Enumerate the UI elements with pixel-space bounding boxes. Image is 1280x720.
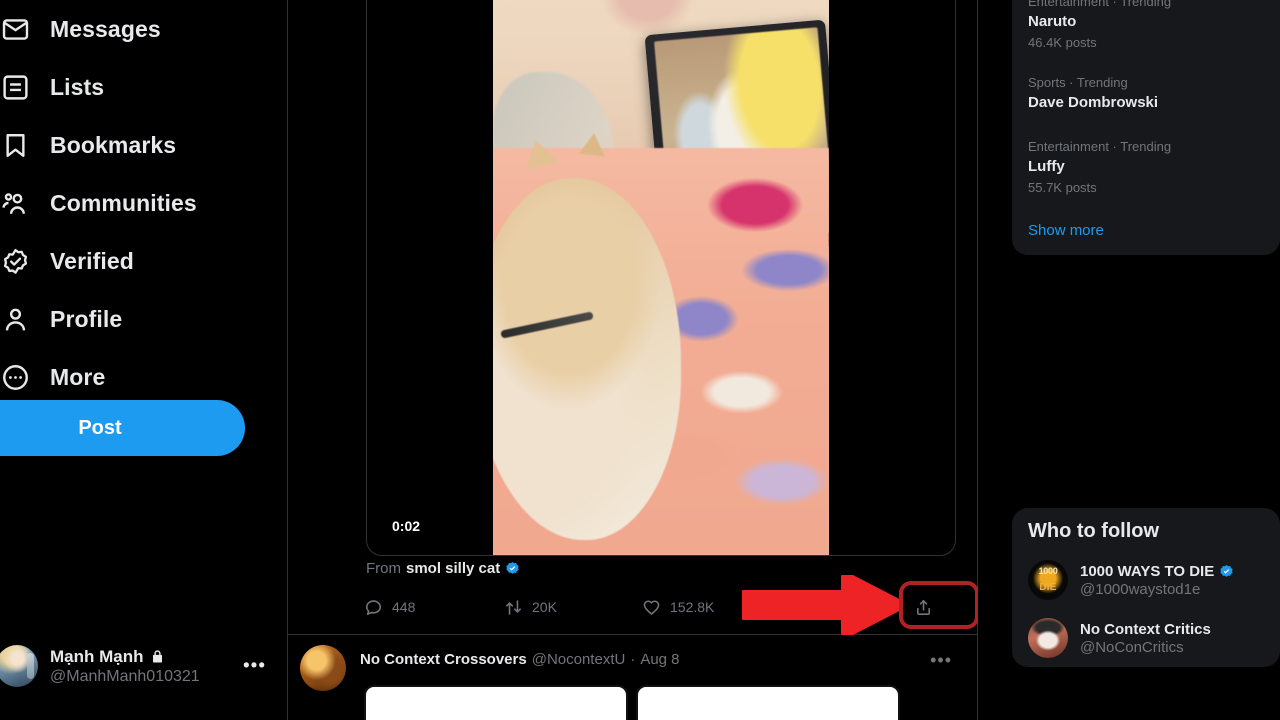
tweet-media-panel[interactable]: I'M MAKING PEANUT BUTTER [364, 685, 628, 720]
lists-icon [0, 72, 30, 102]
sidebar-item-label: Profile [50, 305, 123, 332]
trend-category: Entertainment · Trending [1028, 139, 1172, 154]
sidebar-item-label: Messages [50, 15, 161, 42]
more-dots-icon[interactable]: ••• [243, 657, 266, 676]
who-to-follow-title: Who to follow [1028, 520, 1160, 542]
account-display-name: Mạnh Mạnh [50, 646, 144, 666]
tweet-header: No Context Crossovers @NocontextU · Aug … [360, 651, 680, 668]
trend-item[interactable]: Entertainment · Trending Naruto 46.4K po… [1012, 0, 1280, 63]
sidebar-item-messages[interactable]: Messages [0, 0, 288, 58]
like-button[interactable]: 152.8K [642, 590, 714, 624]
verified-icon [0, 246, 30, 276]
tweet-action-bar: 448 20K 152.8K [364, 590, 964, 624]
sidebar-item-more[interactable]: More [0, 348, 288, 406]
follow-suggestion[interactable]: 1000 WAYS TO DIE @1000waystod1e [1012, 551, 1280, 609]
trend-category: Sports · Trending [1028, 75, 1128, 90]
profile-icon [0, 304, 30, 334]
messages-icon [0, 14, 30, 44]
reply-button[interactable]: 448 [364, 590, 415, 624]
retweet-count: 20K [532, 599, 557, 615]
follow-display-name: No Context Critics [1080, 620, 1211, 638]
share-button[interactable] [914, 590, 933, 624]
video-cat-ear-right [579, 131, 608, 157]
verified-badge-icon [1219, 564, 1234, 579]
left-sidebar: Messages Lists Bookmarks Communities Ver… [0, 0, 288, 720]
video-timestamp: 0:02 [383, 515, 430, 537]
sidebar-item-lists[interactable]: Lists [0, 58, 288, 116]
avatar [1028, 618, 1068, 658]
sidebar-item-profile[interactable]: Profile [0, 290, 288, 348]
bookmark-icon [0, 130, 30, 160]
source-name[interactable]: smol silly cat [406, 560, 500, 577]
avatar [0, 645, 38, 687]
more-icon [0, 362, 30, 392]
account-switcher[interactable]: Mạnh Mạnh @ManhManh010321 ••• [0, 634, 288, 698]
follow-name-row: 1000 WAYS TO DIE [1080, 563, 1234, 580]
sidebar-item-label: Verified [50, 247, 134, 274]
sidebar-item-communities[interactable]: Communities [0, 174, 288, 232]
sidebar-item-label: Bookmarks [50, 131, 177, 158]
communities-icon [0, 188, 30, 218]
trend-name: Naruto [1028, 13, 1077, 30]
main-timeline: 0:02 From smol silly cat 448 20K 152.8K … [288, 0, 978, 720]
verified-badge-icon [505, 561, 520, 576]
tweet-media-panel[interactable] [636, 685, 900, 720]
retweet-button[interactable]: 20K [504, 590, 557, 624]
tweet-media-grid: I'M MAKING PEANUT BUTTER [364, 685, 900, 720]
tweet-source-attribution: From smol silly cat [366, 560, 966, 577]
right-sidebar: Trending Adult Swim 2,798 posts Entertai… [978, 0, 1280, 720]
video-player[interactable]: 0:02 [366, 0, 956, 556]
trend-count: 46.4K posts [1028, 35, 1097, 50]
sidebar-item-label: More [50, 363, 106, 390]
account-text: Mạnh Mạnh @ManhManh010321 [50, 647, 200, 686]
trend-category: Entertainment · Trending [1028, 0, 1172, 9]
tweet-video-container[interactable]: 0:02 [366, 0, 956, 556]
follow-handle: @NoConCritics [1080, 638, 1184, 656]
trend-name: Dave Dombrowski [1028, 94, 1159, 111]
follow-name-row: No Context Critics [1080, 621, 1211, 638]
trend-item[interactable]: Sports · Trending Dave Dombrowski [1012, 63, 1280, 127]
follow-info: 1000 WAYS TO DIE @1000waystod1e [1080, 563, 1234, 598]
like-count: 152.8K [670, 599, 715, 615]
who-to-follow-panel: Who to follow 1000 WAYS TO DIE @1000ways [1012, 508, 1280, 667]
trends-panel: Trending Adult Swim 2,798 posts Entertai… [1012, 0, 1280, 255]
tweet-display-name[interactable]: No Context Crossovers [360, 651, 527, 668]
tweet-date[interactable]: Aug 8 [640, 651, 679, 668]
reply-count: 448 [392, 599, 416, 615]
tweet-separator: · [630, 651, 636, 668]
sidebar-item-label: Communities [50, 189, 197, 216]
follow-suggestion[interactable]: No Context Critics @NoConCritics [1012, 609, 1280, 667]
avatar[interactable] [300, 645, 346, 691]
trend-count: 55.7K posts [1028, 180, 1097, 195]
tweet-second[interactable]: No Context Crossovers @NocontextU · Aug … [288, 634, 977, 720]
account-name-row: Mạnh Mạnh [50, 647, 200, 667]
account-handle: @ManhManh010321 [50, 667, 200, 685]
sidebar-item-bookmarks[interactable]: Bookmarks [0, 116, 288, 174]
post-button[interactable]: Post [0, 400, 245, 456]
source-prefix: From [366, 560, 401, 577]
tweet-handle: @NocontextU [531, 651, 626, 668]
avatar [1028, 560, 1068, 600]
twitter-app-window: Messages Lists Bookmarks Communities Ver… [0, 0, 1280, 720]
follow-display-name: 1000 WAYS TO DIE [1080, 562, 1215, 580]
show-more-trends-link[interactable]: Show more [1012, 208, 1280, 255]
video-frame [493, 0, 829, 555]
more-dots-icon[interactable]: ••• [930, 651, 952, 669]
trend-name: Luffy [1028, 158, 1065, 175]
primary-navigation: Messages Lists Bookmarks Communities Ver… [0, 0, 288, 406]
sidebar-item-label: Lists [50, 73, 105, 100]
follow-info: No Context Critics @NoConCritics [1080, 621, 1211, 656]
sidebar-item-verified[interactable]: Verified [0, 232, 288, 290]
lock-icon [150, 649, 165, 664]
follow-handle: @1000waystod1e [1080, 580, 1201, 598]
trend-item[interactable]: Entertainment · Trending Luffy 55.7K pos… [1012, 127, 1280, 208]
